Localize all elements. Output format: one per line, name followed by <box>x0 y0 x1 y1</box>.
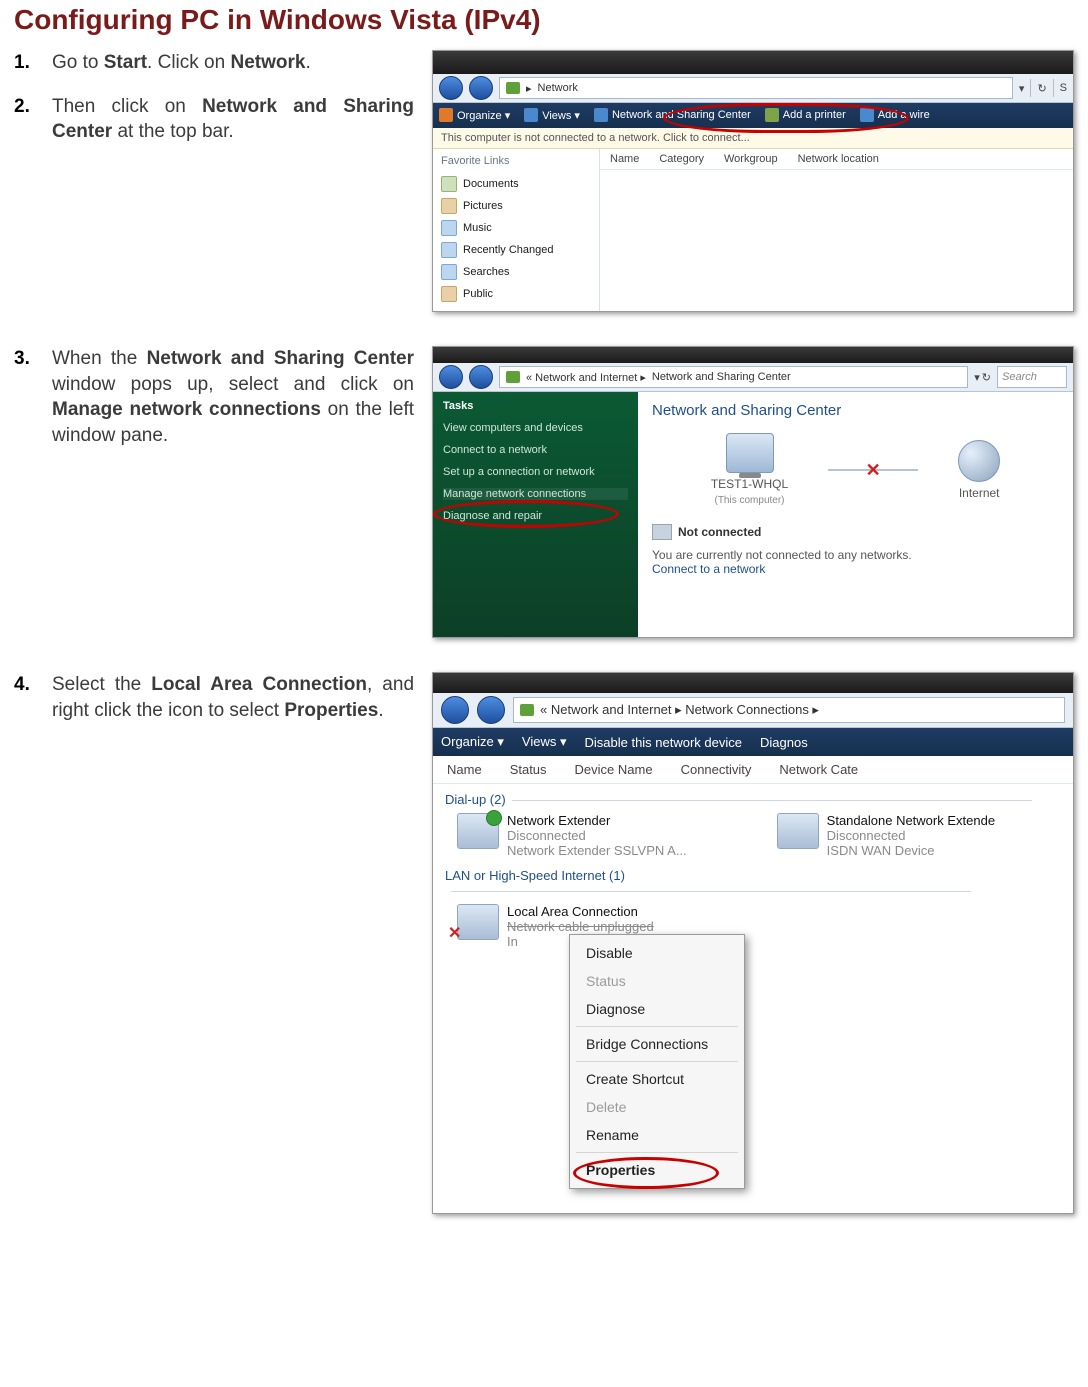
views-button[interactable]: Views ▾ <box>524 108 580 122</box>
internet-icon <box>958 440 1000 482</box>
step-2: 2. Then click on Network and Sharing Cen… <box>14 94 414 145</box>
group-lan: LAN or High-Speed Internet (1) <box>445 868 1063 898</box>
nav-fwd-icon[interactable] <box>477 696 505 724</box>
connection-standalone-extender[interactable]: Standalone Network Extende Disconnected … <box>777 813 995 858</box>
sidebar-item-recent[interactable]: Recently Changed <box>441 239 591 261</box>
connection-network-extender[interactable]: Network Extender Disconnected Network Ex… <box>457 813 687 858</box>
connect-link[interactable]: Connect to a network <box>652 562 1059 576</box>
control-panel-icon <box>520 704 534 716</box>
sidebar-item-music[interactable]: Music <box>441 217 591 239</box>
step-4: 4. Select the Local Area Connection, and… <box>14 672 414 723</box>
search-icon[interactable]: S <box>1060 82 1067 94</box>
ctx-item-diagnose[interactable]: Diagnose <box>572 995 742 1023</box>
network-sharing-center-button[interactable]: Network and Sharing Center <box>594 108 751 122</box>
task-setup-connection[interactable]: Set up a connection or network <box>443 466 628 478</box>
ctx-item-delete: Delete <box>572 1093 742 1121</box>
ctx-item-bridge-connections[interactable]: Bridge Connections <box>572 1030 742 1058</box>
task-connect-network[interactable]: Connect to a network <box>443 444 628 456</box>
context-menu: DisableStatusDiagnose Bridge Connections C… <box>569 934 745 1189</box>
screenshot-network-connections: « Network and Internet ▸ Network Connect… <box>432 672 1074 1214</box>
addr-dropdown-icon[interactable]: ▾ <box>1019 82 1025 95</box>
main-title: Network and Sharing Center <box>652 402 1059 419</box>
address-bar[interactable]: « Network and Internet ▸ Network Connect… <box>513 697 1065 723</box>
screenshot-sharing-center: « Network and Internet ▸ Network and Sha… <box>432 346 1074 638</box>
disconnected-icon: ✕ <box>866 460 881 481</box>
organize-button[interactable]: Organize ▾ <box>441 734 504 750</box>
address-bar[interactable]: « Network and Internet ▸ Network and Sha… <box>499 366 968 388</box>
addr-dropdown-icon[interactable]: ▾ <box>974 371 980 384</box>
error-badge-icon: ✕ <box>448 923 461 943</box>
network-icon <box>506 82 520 94</box>
ctx-item-disable[interactable]: Disable <box>572 939 742 967</box>
tasks-header: Tasks <box>443 400 628 412</box>
nav-back-icon[interactable] <box>439 76 463 100</box>
screenshot-network-explorer: ▸ Network ▾ ↻ S Organize ▾ Views ▾ Netwo… <box>432 50 1074 312</box>
address-bar[interactable]: ▸ Network <box>499 77 1013 99</box>
ctx-item-create-shortcut[interactable]: Create Shortcut <box>572 1065 742 1093</box>
connection-icon <box>457 813 499 849</box>
not-connected-label: Not connected <box>652 524 1059 540</box>
control-panel-icon <box>506 371 520 383</box>
diagnose-button[interactable]: Diagnos <box>760 735 808 750</box>
info-bar[interactable]: This computer is not connected to a netw… <box>433 128 1073 149</box>
task-diagnose-repair[interactable]: Diagnose and repair <box>443 510 628 522</box>
task-manage-connections[interactable]: Manage network connections <box>443 488 628 500</box>
ctx-item-status: Status <box>572 967 742 995</box>
step-3: 3. When the Network and Sharing Center w… <box>14 346 414 449</box>
status-message: You are currently not connected to any n… <box>652 548 1059 562</box>
connection-icon: ✕ <box>457 904 499 940</box>
computer-icon <box>726 433 774 473</box>
add-wireless-button[interactable]: Add a wire <box>860 108 930 122</box>
sidebar-item-pictures[interactable]: Pictures <box>441 195 591 217</box>
nav-fwd-icon[interactable] <box>469 365 493 389</box>
disable-device-button[interactable]: Disable this network device <box>584 735 742 750</box>
sidebar-item-documents[interactable]: Documents <box>441 173 591 195</box>
column-headers[interactable]: Name Status Device Name Connectivity Net… <box>433 756 1073 784</box>
ok-badge-icon <box>486 810 502 826</box>
group-dialup: Dial-up (2) <box>445 792 1063 807</box>
refresh-icon[interactable]: ↻ <box>1037 82 1046 95</box>
ctx-item-rename[interactable]: Rename <box>572 1121 742 1149</box>
ctx-item-properties[interactable]: Properties <box>572 1156 742 1184</box>
sidebar-item-public[interactable]: Public <box>441 283 591 305</box>
connection-icon <box>777 813 819 849</box>
views-button[interactable]: Views ▾ <box>522 734 567 750</box>
sidebar-item-searches[interactable]: Searches <box>441 261 591 283</box>
connection-local-area[interactable]: ✕ Local Area Connection Network cable un… <box>457 904 1063 949</box>
nav-back-icon[interactable] <box>439 365 463 389</box>
nav-fwd-icon[interactable] <box>469 76 493 100</box>
organize-button[interactable]: Organize ▾ <box>439 108 510 122</box>
network-diagram: TEST1-WHQL (This computer) ✕ Internet <box>652 433 1059 506</box>
column-headers[interactable]: Name Category Workgroup Network location <box>600 149 1073 170</box>
page-title: Configuring PC in Windows Vista (IPv4) <box>14 4 1074 36</box>
favorite-links-header: Favorite Links <box>441 155 591 167</box>
refresh-icon[interactable]: ↻ <box>982 371 991 384</box>
step-1: 1. Go to Start. Click on Network. <box>14 50 414 76</box>
add-printer-button[interactable]: Add a printer <box>765 108 846 122</box>
nav-back-icon[interactable] <box>441 696 469 724</box>
search-input[interactable]: Search <box>997 366 1067 388</box>
task-view-computers[interactable]: View computers and devices <box>443 422 628 434</box>
